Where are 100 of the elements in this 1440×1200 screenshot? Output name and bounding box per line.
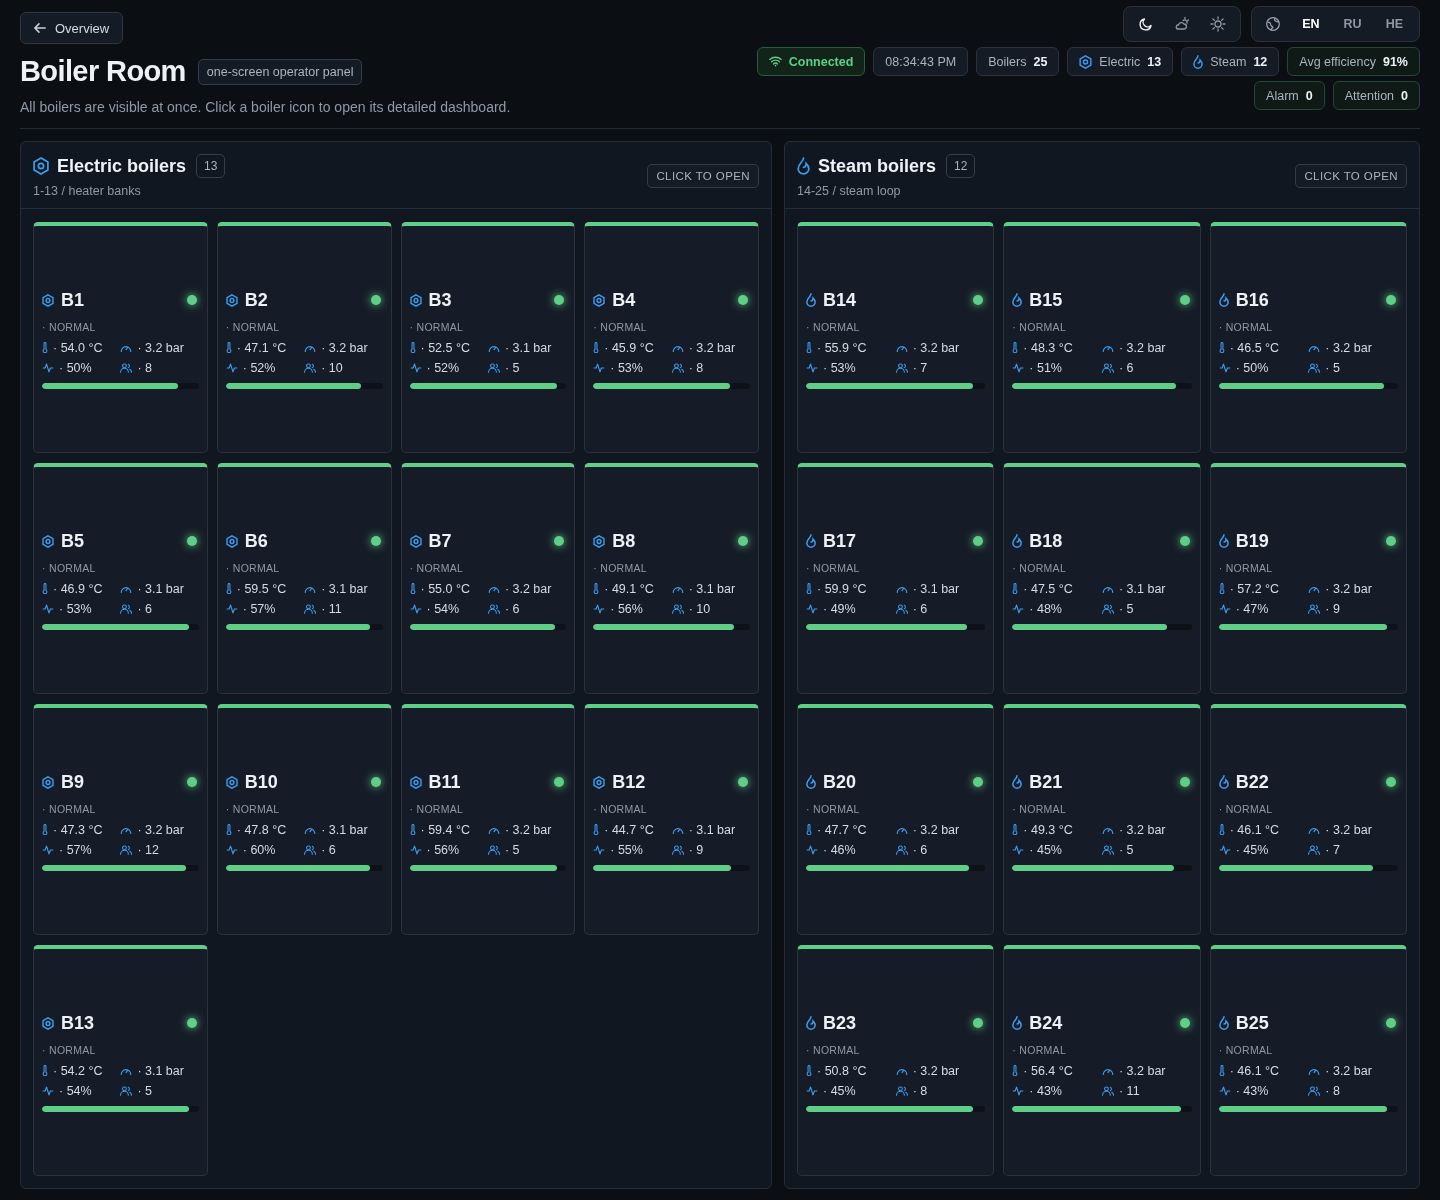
boiler-card[interactable]: B13 · NORMAL · 54.2 °C · 3.1 bar · 54% · 5 [33,945,208,1176]
pressure-value: · 3.2 bar [912,340,960,355]
flame-icon[interactable] [1012,775,1023,789]
status-label: · NORMAL [1012,1043,1068,1056]
flame-icon[interactable] [1218,534,1229,548]
hexagon-icon[interactable] [225,775,238,789]
status-dot [738,777,748,787]
boiler-card[interactable]: B11 · NORMAL · 59.4 °C · 3.2 bar · 56% · 5 [400,704,576,935]
boiler-card[interactable]: B14 · NORMAL · 55.9 °C · 3.2 bar · 53% · 7 [797,222,995,453]
globe-icon [1266,17,1281,31]
boiler-card[interactable]: B17 · NORMAL · 59.9 °C · 3.1 bar · 49% · 6 [797,463,995,694]
status-label: · NORMAL [409,561,465,574]
hexagon-icon[interactable] [42,534,54,548]
efficiency-value: · 56% [426,842,460,857]
temperature-value: · 59.9 °C [817,581,867,596]
boiler-card[interactable]: B21 · NORMAL · 49.3 °C · 3.2 bar · 45% · 5 [1003,704,1201,935]
status-dot [370,295,381,305]
thermometer-icon [1218,342,1225,353]
thermometer-icon [1012,342,1019,353]
boiler-card[interactable]: B24 · NORMAL · 56.4 °C · 3.2 bar · 43% · 11 [1003,945,1201,1176]
open-button[interactable]: CLICK TO OPEN [647,164,759,188]
hexagon-icon[interactable] [593,775,606,789]
boiler-card[interactable]: B19 · NORMAL · 57.2 °C · 3.2 bar · 47% · 9 [1209,463,1407,694]
crew-value: · 6 [137,601,152,616]
temperature-value: · 47.1 °C [236,340,287,355]
boiler-name: B14 [823,289,857,311]
stat-chip: 08:34:43 PM [873,47,969,76]
boiler-card[interactable]: B1 · NORMAL · 54.0 °C · 3.2 bar · 50% · 8 [33,222,208,453]
flame-icon[interactable] [1218,775,1229,789]
hexagon-icon[interactable] [409,293,422,307]
hexagon-icon[interactable] [42,1016,54,1030]
boiler-card[interactable]: B15 · NORMAL · 48.3 °C · 3.2 bar · 51% · 6 [1003,222,1201,453]
open-button[interactable]: CLICK TO OPEN [1295,164,1407,188]
crew-value: · 6 [321,842,336,857]
status-label: · NORMAL [1218,320,1274,333]
boiler-card[interactable]: B23 · NORMAL · 50.8 °C · 3.2 bar · 45% · 8 [797,945,995,1176]
crew-value: · 11 [321,601,342,616]
temperature-value: · 49.1 °C [604,581,654,596]
hexagon-icon[interactable] [42,293,54,307]
hexagon-icon[interactable] [593,293,606,307]
flame-icon[interactable] [806,293,816,307]
back-button[interactable]: Overview [20,12,124,44]
hexagon-icon [1079,54,1093,69]
pulse-icon [593,603,606,614]
efficiency-value: · 43% [1235,1083,1269,1098]
hexagon-icon[interactable] [409,534,422,548]
boiler-card[interactable]: B7 · NORMAL · 55.0 °C · 3.2 bar · 54% · 6 [400,463,576,694]
hexagon-icon[interactable] [409,775,422,789]
hexagon-icon[interactable] [225,534,238,548]
boiler-card[interactable]: B3 · NORMAL · 52.5 °C · 3.1 bar · 52% · 5 [400,222,576,453]
people-icon [120,1085,133,1096]
efficiency-value: · 57% [59,842,92,857]
boiler-name: B8 [612,530,636,552]
crew-value: · 5 [137,1083,152,1098]
boiler-card[interactable]: B5 · NORMAL · 46.9 °C · 3.1 bar · 53% · 6 [33,463,208,694]
language-button[interactable]: RU [1333,11,1372,37]
flame-icon[interactable] [1218,293,1229,307]
boiler-card[interactable]: B2 · NORMAL · 47.1 °C · 3.2 bar · 52% · 10 [216,222,392,453]
hexagon-icon[interactable] [42,775,54,789]
gauge-icon [671,825,684,834]
flame-icon[interactable] [1012,1016,1023,1030]
boiler-card[interactable]: B9 · NORMAL · 47.3 °C · 3.2 bar · 57% · 12 [33,704,208,935]
boiler-card[interactable]: B22 · NORMAL · 46.1 °C · 3.2 bar · 45% · 7 [1209,704,1407,935]
language-button[interactable]: EN [1292,11,1330,37]
flame-icon[interactable] [1012,534,1023,548]
boiler-name: B1 [61,289,84,311]
efficiency-value: · 55% [610,842,643,857]
temperature-value: · 57.2 °C [1229,581,1280,596]
boiler-card[interactable]: B10 · NORMAL · 47.8 °C · 3.1 bar · 60% · 6 [216,704,392,935]
boiler-card[interactable]: B16 · NORMAL · 46.5 °C · 3.2 bar · 50% · 5 [1209,222,1407,453]
language-button[interactable]: HE [1375,11,1413,37]
boiler-card[interactable]: B12 · NORMAL · 44.7 °C · 3.1 bar · 55% · 9 [584,704,759,935]
flame-icon[interactable] [806,534,816,548]
boiler-card[interactable]: B8 · NORMAL · 49.1 °C · 3.1 bar · 56% · 10 [584,463,759,694]
boiler-card[interactable]: B25 · NORMAL · 46.1 °C · 3.2 bar · 43% · 8 [1209,945,1407,1176]
boiler-card[interactable]: B18 · NORMAL · 47.5 °C · 3.1 bar · 48% · 5 [1003,463,1201,694]
flame-icon[interactable] [806,775,816,789]
gauge-icon [671,584,684,593]
flame-icon[interactable] [1012,293,1023,307]
efficiency-value: · 45% [1029,842,1062,857]
boiler-name: B17 [823,530,857,552]
pulse-icon [593,844,606,855]
boiler-card[interactable]: B4 · NORMAL · 45.9 °C · 3.2 bar · 53% · 8 [584,222,759,453]
crew-value: · 7 [912,360,928,375]
flame-icon[interactable] [806,1016,816,1030]
boiler-card[interactable]: B20 · NORMAL · 47.7 °C · 3.2 bar · 46% · 6 [797,704,995,935]
pulse-icon [1012,362,1025,373]
hexagon-icon[interactable] [593,534,606,548]
thermometer-icon [225,583,232,594]
page-subtitle: All boilers are visible at once. Click a boiler icon to open its detailed dashboard. [20,99,511,115]
hexagon-icon[interactable] [225,293,238,307]
page-title: Boiler Room [20,55,186,88]
boiler-card[interactable]: B6 · NORMAL · 59.5 °C · 3.1 bar · 57% · 11 [216,463,392,694]
thermometer-icon [225,824,232,835]
pulse-icon [1012,1085,1025,1096]
crew-value: · 6 [912,842,928,857]
status-label: · NORMAL [1218,561,1274,574]
pressure-value: · 3.1 bar [504,340,552,355]
flame-icon[interactable] [1218,1016,1229,1030]
thermometer-icon [409,824,416,835]
